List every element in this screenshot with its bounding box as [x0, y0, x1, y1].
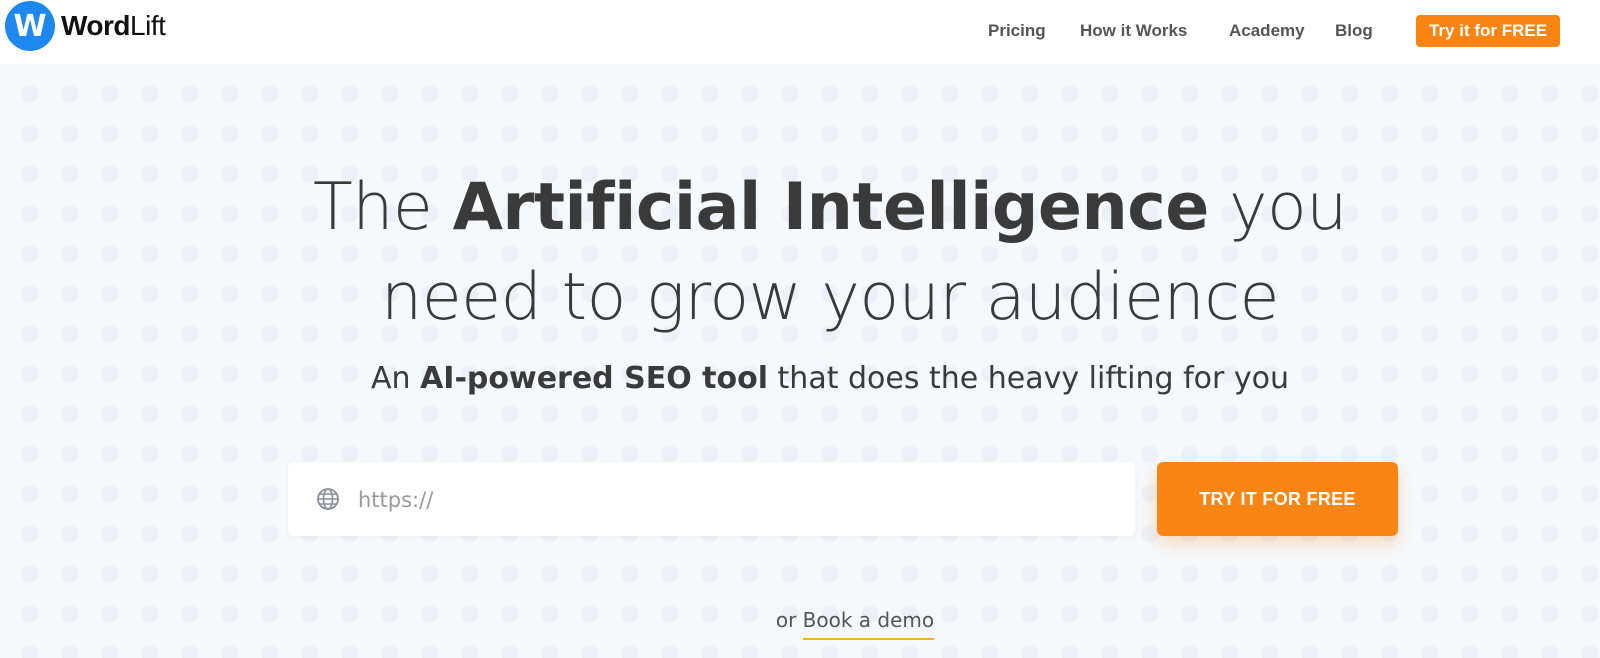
url-field-container[interactable] — [288, 462, 1135, 538]
headline-part2: you — [1208, 170, 1347, 245]
headline-bold: Artificial Intelligence — [452, 170, 1210, 245]
wordlift-logo[interactable]: W WordLift — [5, 1, 166, 51]
logo-wordmark: WordLift — [61, 10, 166, 42]
subhead-part1: An — [370, 361, 421, 396]
subhead-part2: that does the heavy lifting for you — [768, 361, 1289, 396]
nav-link-pricing[interactable]: Pricing — [988, 21, 1046, 41]
hero-headline: The Artificial Intelligence you need to g… — [0, 163, 1600, 343]
nav-link-how-it-works[interactable]: How it Works — [1080, 21, 1187, 41]
globe-icon — [317, 488, 339, 510]
nav-link-blog[interactable]: Blog — [1335, 21, 1373, 41]
try-free-button[interactable]: TRY IT FOR FREE — [1157, 462, 1398, 536]
url-input[interactable] — [356, 462, 1120, 538]
subhead-bold: AI-powered SEO tool — [420, 361, 768, 396]
headline-line2: need to grow your audience — [381, 260, 1279, 335]
logo-wordmark-rest: Lift — [130, 10, 166, 41]
nav-try-free-button[interactable]: Try it for FREE — [1416, 15, 1561, 47]
nav-link-academy[interactable]: Academy — [1229, 21, 1305, 41]
demo-prefix: or — [775, 608, 803, 632]
hero-subheading: An AI-powered SEO tool that does the hea… — [0, 361, 1600, 396]
logo-wordmark-bold: Word — [61, 10, 131, 41]
top-navbar: W WordLift Pricing How it Works Academy … — [0, 0, 1600, 64]
headline-part1: The — [313, 170, 453, 245]
book-demo-link[interactable]: Book a demo — [802, 608, 935, 640]
book-demo-line: or Book a demo — [0, 608, 1600, 640]
wordlift-logo-icon: W — [5, 1, 55, 51]
